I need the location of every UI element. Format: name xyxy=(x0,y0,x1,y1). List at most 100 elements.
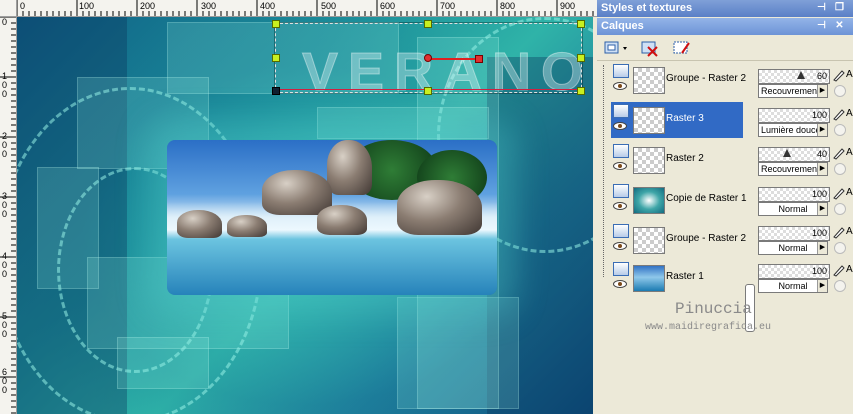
dropdown-arrow-icon[interactable]: ▶ xyxy=(817,124,827,136)
blend-mode-select[interactable]: Recouvrement ▶ xyxy=(758,162,828,176)
dropdown-arrow-icon[interactable]: ▶ xyxy=(817,203,827,215)
lock-icon[interactable] xyxy=(834,85,846,97)
brush-icon[interactable] xyxy=(832,263,846,277)
brush-icon[interactable] xyxy=(832,186,846,200)
lock-icon[interactable] xyxy=(834,242,846,254)
opacity-value: 100 xyxy=(811,266,827,276)
layer-row[interactable]: Groupe - Raster 2 xyxy=(611,62,747,98)
raster-layer-icon xyxy=(613,144,629,158)
raster-layer-icon xyxy=(613,64,629,78)
lock-icon[interactable] xyxy=(834,124,846,136)
pin-icon[interactable]: ⊣ xyxy=(815,19,828,32)
dropdown-arrow-icon[interactable]: ▶ xyxy=(817,280,827,292)
opacity-slider-thumb[interactable] xyxy=(783,149,791,157)
boulder xyxy=(317,205,367,235)
ruler-top: 0 100 200 300 400 500 600 700 800 900 xyxy=(0,0,598,17)
dropdown-arrow-icon[interactable]: ▶ xyxy=(817,163,827,175)
raster-layer-icon xyxy=(613,224,629,238)
opacity-slider[interactable]: 40 xyxy=(758,147,830,162)
layer-row[interactable]: Copie de Raster 1 xyxy=(611,182,747,218)
resize-handle-top-right[interactable] xyxy=(577,20,585,28)
resize-handle-bottom-right[interactable] xyxy=(577,87,585,95)
layer-prop-row: 100 Lumière douce ▶ A xyxy=(758,104,853,140)
layer-name: Raster 1 xyxy=(666,271,704,282)
layer-prop-suffix: A xyxy=(846,187,853,198)
layer-name: Copie de Raster 1 xyxy=(666,193,747,204)
new-layer-icon[interactable] xyxy=(603,38,627,58)
pivot-handle[interactable] xyxy=(424,54,432,62)
resize-handle-top-left[interactable] xyxy=(272,20,280,28)
resize-handle-bottom[interactable] xyxy=(424,87,432,95)
layers-toolbar xyxy=(597,36,853,61)
layer-prop-row: 40 Recouvrement ▶ A xyxy=(758,143,853,179)
pin-icon[interactable]: ⊣ xyxy=(815,1,828,14)
blend-mode-select[interactable]: Normal ▶ xyxy=(758,241,828,255)
styles-panel-title: Styles et textures xyxy=(601,2,693,14)
close-icon[interactable]: ✕ xyxy=(833,19,846,32)
opacity-slider[interactable]: 100 xyxy=(758,187,830,202)
visibility-eye-icon[interactable] xyxy=(613,280,627,288)
raster-layer-icon xyxy=(613,104,629,118)
ruler-top-label: 900 xyxy=(560,1,576,11)
ruler-left-label: 1 0 0 xyxy=(2,71,8,99)
resize-handle-bottom-left[interactable] xyxy=(272,87,280,95)
resize-handle-right[interactable] xyxy=(577,54,585,62)
rotation-handle[interactable] xyxy=(475,55,483,63)
opacity-slider[interactable]: 100 xyxy=(758,226,830,241)
layer-prop-suffix: A xyxy=(846,69,853,80)
resize-handle-top[interactable] xyxy=(424,20,432,28)
brush-icon[interactable] xyxy=(832,225,846,239)
visibility-eye-icon[interactable] xyxy=(613,162,627,170)
layer-row[interactable]: Raster 2 xyxy=(611,142,743,178)
ruler-top-label: 800 xyxy=(500,1,516,11)
layer-prop-row: 100 Normal ▶ A xyxy=(758,260,853,296)
blend-mode-select[interactable]: Recouvrement ▶ xyxy=(758,84,828,98)
boulder xyxy=(262,170,332,215)
ruler-left-label: 0 xyxy=(2,17,8,27)
blend-mode-value: Recouvrement xyxy=(761,86,820,96)
dropdown-arrow-icon[interactable]: ▶ xyxy=(817,85,827,97)
layer-name: Groupe - Raster 2 xyxy=(666,73,747,84)
brush-icon[interactable] xyxy=(832,68,846,82)
ruler-top-label: 500 xyxy=(321,1,337,11)
lock-icon[interactable] xyxy=(834,203,846,215)
boulder xyxy=(227,215,267,237)
brush-icon[interactable] xyxy=(832,107,846,121)
ruler-top-label: 300 xyxy=(201,1,217,11)
visibility-eye-icon[interactable] xyxy=(613,242,627,250)
blend-mode-select[interactable]: Normal ▶ xyxy=(758,279,828,293)
opacity-value: 100 xyxy=(811,110,827,120)
ruler-left-label: 5 0 0 xyxy=(2,311,8,339)
brush-icon[interactable] xyxy=(832,146,846,160)
layers-panel-titlebar[interactable]: Calques ⊣ ✕ xyxy=(597,18,853,35)
opacity-slider[interactable]: 100 xyxy=(758,264,830,279)
resize-handle-left[interactable] xyxy=(272,54,280,62)
layer-thumbnail xyxy=(633,187,665,214)
blend-mode-select[interactable]: Normal ▶ xyxy=(758,202,828,216)
layer-prop-suffix: A xyxy=(846,108,853,119)
restore-icon[interactable]: ❐ xyxy=(833,1,846,14)
layer-row[interactable]: Raster 1 xyxy=(611,260,743,296)
lock-icon[interactable] xyxy=(834,163,846,175)
layer-thumbnail xyxy=(633,107,665,134)
raster-layer-icon xyxy=(613,262,629,276)
dropdown-arrow-icon[interactable]: ▶ xyxy=(817,242,827,254)
opacity-slider[interactable]: 60 xyxy=(758,69,830,84)
visibility-eye-icon[interactable] xyxy=(613,202,627,210)
mask-layer-icon[interactable] xyxy=(671,38,693,58)
ruler-top-label: 700 xyxy=(440,1,456,11)
layer-row[interactable]: Groupe - Raster 2 xyxy=(611,222,746,258)
opacity-slider[interactable]: 100 xyxy=(758,108,830,123)
layer-row[interactable]: Raster 3 xyxy=(611,102,743,138)
signature-name: Pinuccia xyxy=(675,300,752,318)
blend-mode-select[interactable]: Lumière douce ▶ xyxy=(758,123,828,137)
opacity-slider-thumb[interactable] xyxy=(797,71,805,79)
styles-panel-titlebar[interactable]: Styles et textures ⊣ ❐ xyxy=(597,0,853,17)
lock-icon[interactable] xyxy=(834,280,846,292)
delete-layer-icon[interactable] xyxy=(639,38,661,58)
ruler-top-label: 100 xyxy=(79,1,95,11)
visibility-eye-icon[interactable] xyxy=(613,82,627,90)
ruler-top-label: 0 xyxy=(20,1,26,11)
visibility-eye-icon[interactable] xyxy=(613,122,627,130)
ruler-left-label: 6 0 0 xyxy=(2,367,8,395)
